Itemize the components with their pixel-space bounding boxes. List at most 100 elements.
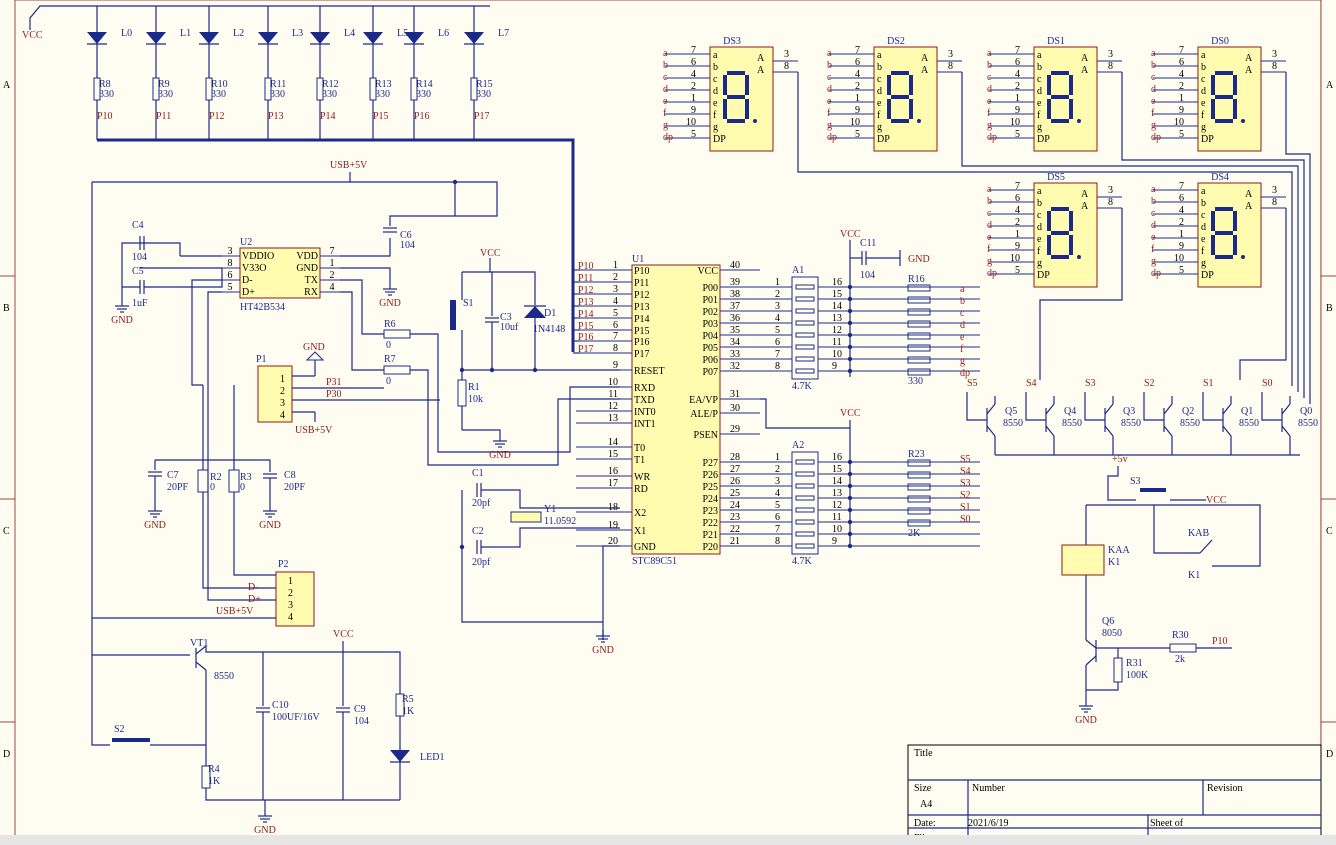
- net-pin-num: 14: [832, 476, 842, 487]
- u1-pin-name: WR: [634, 472, 650, 483]
- u2-pin-num: 1: [330, 258, 335, 269]
- net-pin-num: 10: [832, 349, 842, 360]
- u2-pin-num: 7: [330, 246, 335, 257]
- r7-ref: R7: [384, 354, 396, 365]
- led1-ref: LED1: [420, 752, 444, 763]
- u1-pin-num: 28: [730, 452, 740, 463]
- seg-net-left: e: [663, 96, 668, 107]
- u2-part: HT42B534: [240, 302, 285, 313]
- u1-pin-num: 32: [730, 361, 740, 372]
- u1-pin-name: PSEN: [694, 430, 718, 441]
- u1-pin-num: 13: [608, 413, 618, 424]
- u1-pin-name: P20: [702, 542, 718, 553]
- seg-net-left: d: [663, 84, 668, 95]
- net-res: [795, 519, 815, 525]
- u2-left-pin: D-: [242, 275, 253, 286]
- digit-common: A: [921, 65, 929, 76]
- digit-pin-num: 7: [691, 45, 696, 56]
- title-block-text: Revision: [1207, 783, 1243, 794]
- c5-val: 1uF: [132, 298, 148, 309]
- led-ref: L6: [438, 28, 449, 39]
- seg-net-left: d: [1151, 220, 1156, 231]
- q-emitter: [1281, 403, 1291, 415]
- led-res-val: 330: [99, 89, 114, 100]
- seg-net-left: b: [663, 60, 668, 71]
- u1-pin-num: 18: [608, 502, 618, 513]
- digit-pin-num: 5: [1179, 265, 1184, 276]
- r1-gnd: [462, 429, 501, 435]
- seg-net-left: c: [1151, 72, 1156, 83]
- seg-net-left: b: [1151, 60, 1156, 71]
- digit-pin-name: a: [877, 50, 882, 61]
- digit-common: A: [1245, 189, 1253, 200]
- q-net: S2: [1144, 378, 1155, 389]
- u1-part: STC89C51: [632, 556, 677, 567]
- junction-dot: [452, 179, 458, 185]
- q-ref: Q2: [1182, 406, 1194, 417]
- a2-ref: A2: [792, 440, 804, 451]
- led-ref: L3: [292, 28, 303, 39]
- s3-vcc-label: VCC: [1206, 495, 1227, 506]
- u1-pin-num: 7: [613, 331, 618, 342]
- k1-switch: KAB: [1188, 528, 1209, 539]
- u1-pin-num: 26: [730, 476, 740, 487]
- y1-val: 11.0592: [544, 516, 576, 527]
- digit-pin-num: 9: [691, 105, 696, 116]
- led-net: P16: [414, 111, 430, 122]
- u1-pin-name: P07: [702, 367, 718, 378]
- r23-res: [907, 507, 931, 515]
- u2-pin-num: 4: [330, 282, 335, 293]
- net-pin-num: 4: [775, 488, 780, 499]
- gnd-label: GND: [254, 825, 276, 836]
- q-net: S3: [1085, 378, 1096, 389]
- net-pin-num: 5: [775, 500, 780, 511]
- zone-label-left: B: [3, 303, 10, 314]
- u1-pin-num: 16: [608, 466, 618, 477]
- header-p2: [275, 571, 315, 627]
- seg-net-left: c: [1151, 208, 1156, 219]
- digit-pin-num: 1: [1015, 229, 1020, 240]
- seg-net: d: [960, 320, 965, 331]
- digit-pin-name: c: [713, 74, 718, 85]
- u1-pin-num: 22: [730, 524, 740, 535]
- led-ref: L0: [121, 28, 132, 39]
- seg-net-left: dp: [827, 132, 837, 143]
- u1-pin-name: GND: [634, 542, 656, 553]
- net-pin-num: 6: [775, 512, 780, 523]
- r3-val: 0: [240, 482, 245, 493]
- q-net: S1: [1203, 378, 1214, 389]
- r16-res: [907, 296, 931, 304]
- led-res-val: 330: [158, 89, 173, 100]
- led-icon: [199, 32, 219, 44]
- net-res: [795, 483, 815, 489]
- net-res: [795, 284, 815, 290]
- horizontal-scrollbar[interactable]: [0, 835, 1336, 845]
- digit-pin-num: 1: [1015, 93, 1020, 104]
- digit-pin-name: e: [877, 98, 882, 109]
- q-ref: Q0: [1300, 406, 1312, 417]
- seg-net-left: dp: [1151, 268, 1161, 279]
- r23-res: [907, 495, 931, 503]
- seg-net-left: dp: [1151, 132, 1161, 143]
- seg-net-left: dp: [987, 268, 997, 279]
- digit-common: A: [757, 65, 765, 76]
- led-icon: [464, 32, 484, 44]
- net-pin-num: 2: [775, 464, 780, 475]
- r30-val: 2k: [1175, 654, 1185, 665]
- net-res: [795, 471, 815, 477]
- digit-pin-name: a: [713, 50, 718, 61]
- net-res: [795, 531, 815, 537]
- led-ref: L1: [180, 28, 191, 39]
- y1-ref: Y1: [544, 504, 556, 515]
- zone-label-right: A: [1326, 80, 1334, 91]
- digit-pin-name: DP: [877, 134, 890, 145]
- digit-net: S2: [960, 490, 971, 501]
- gnd-label: GND: [259, 520, 281, 531]
- net-pin-num: 11: [832, 512, 842, 523]
- p2-pin-num: 4: [288, 612, 293, 623]
- led-res-val: 330: [476, 89, 491, 100]
- digit-pin-name: DP: [713, 134, 726, 145]
- digit-pin-num: 2: [1179, 81, 1184, 92]
- led-ref: L7: [498, 28, 509, 39]
- u1-pin-name: EA/VP: [689, 395, 718, 406]
